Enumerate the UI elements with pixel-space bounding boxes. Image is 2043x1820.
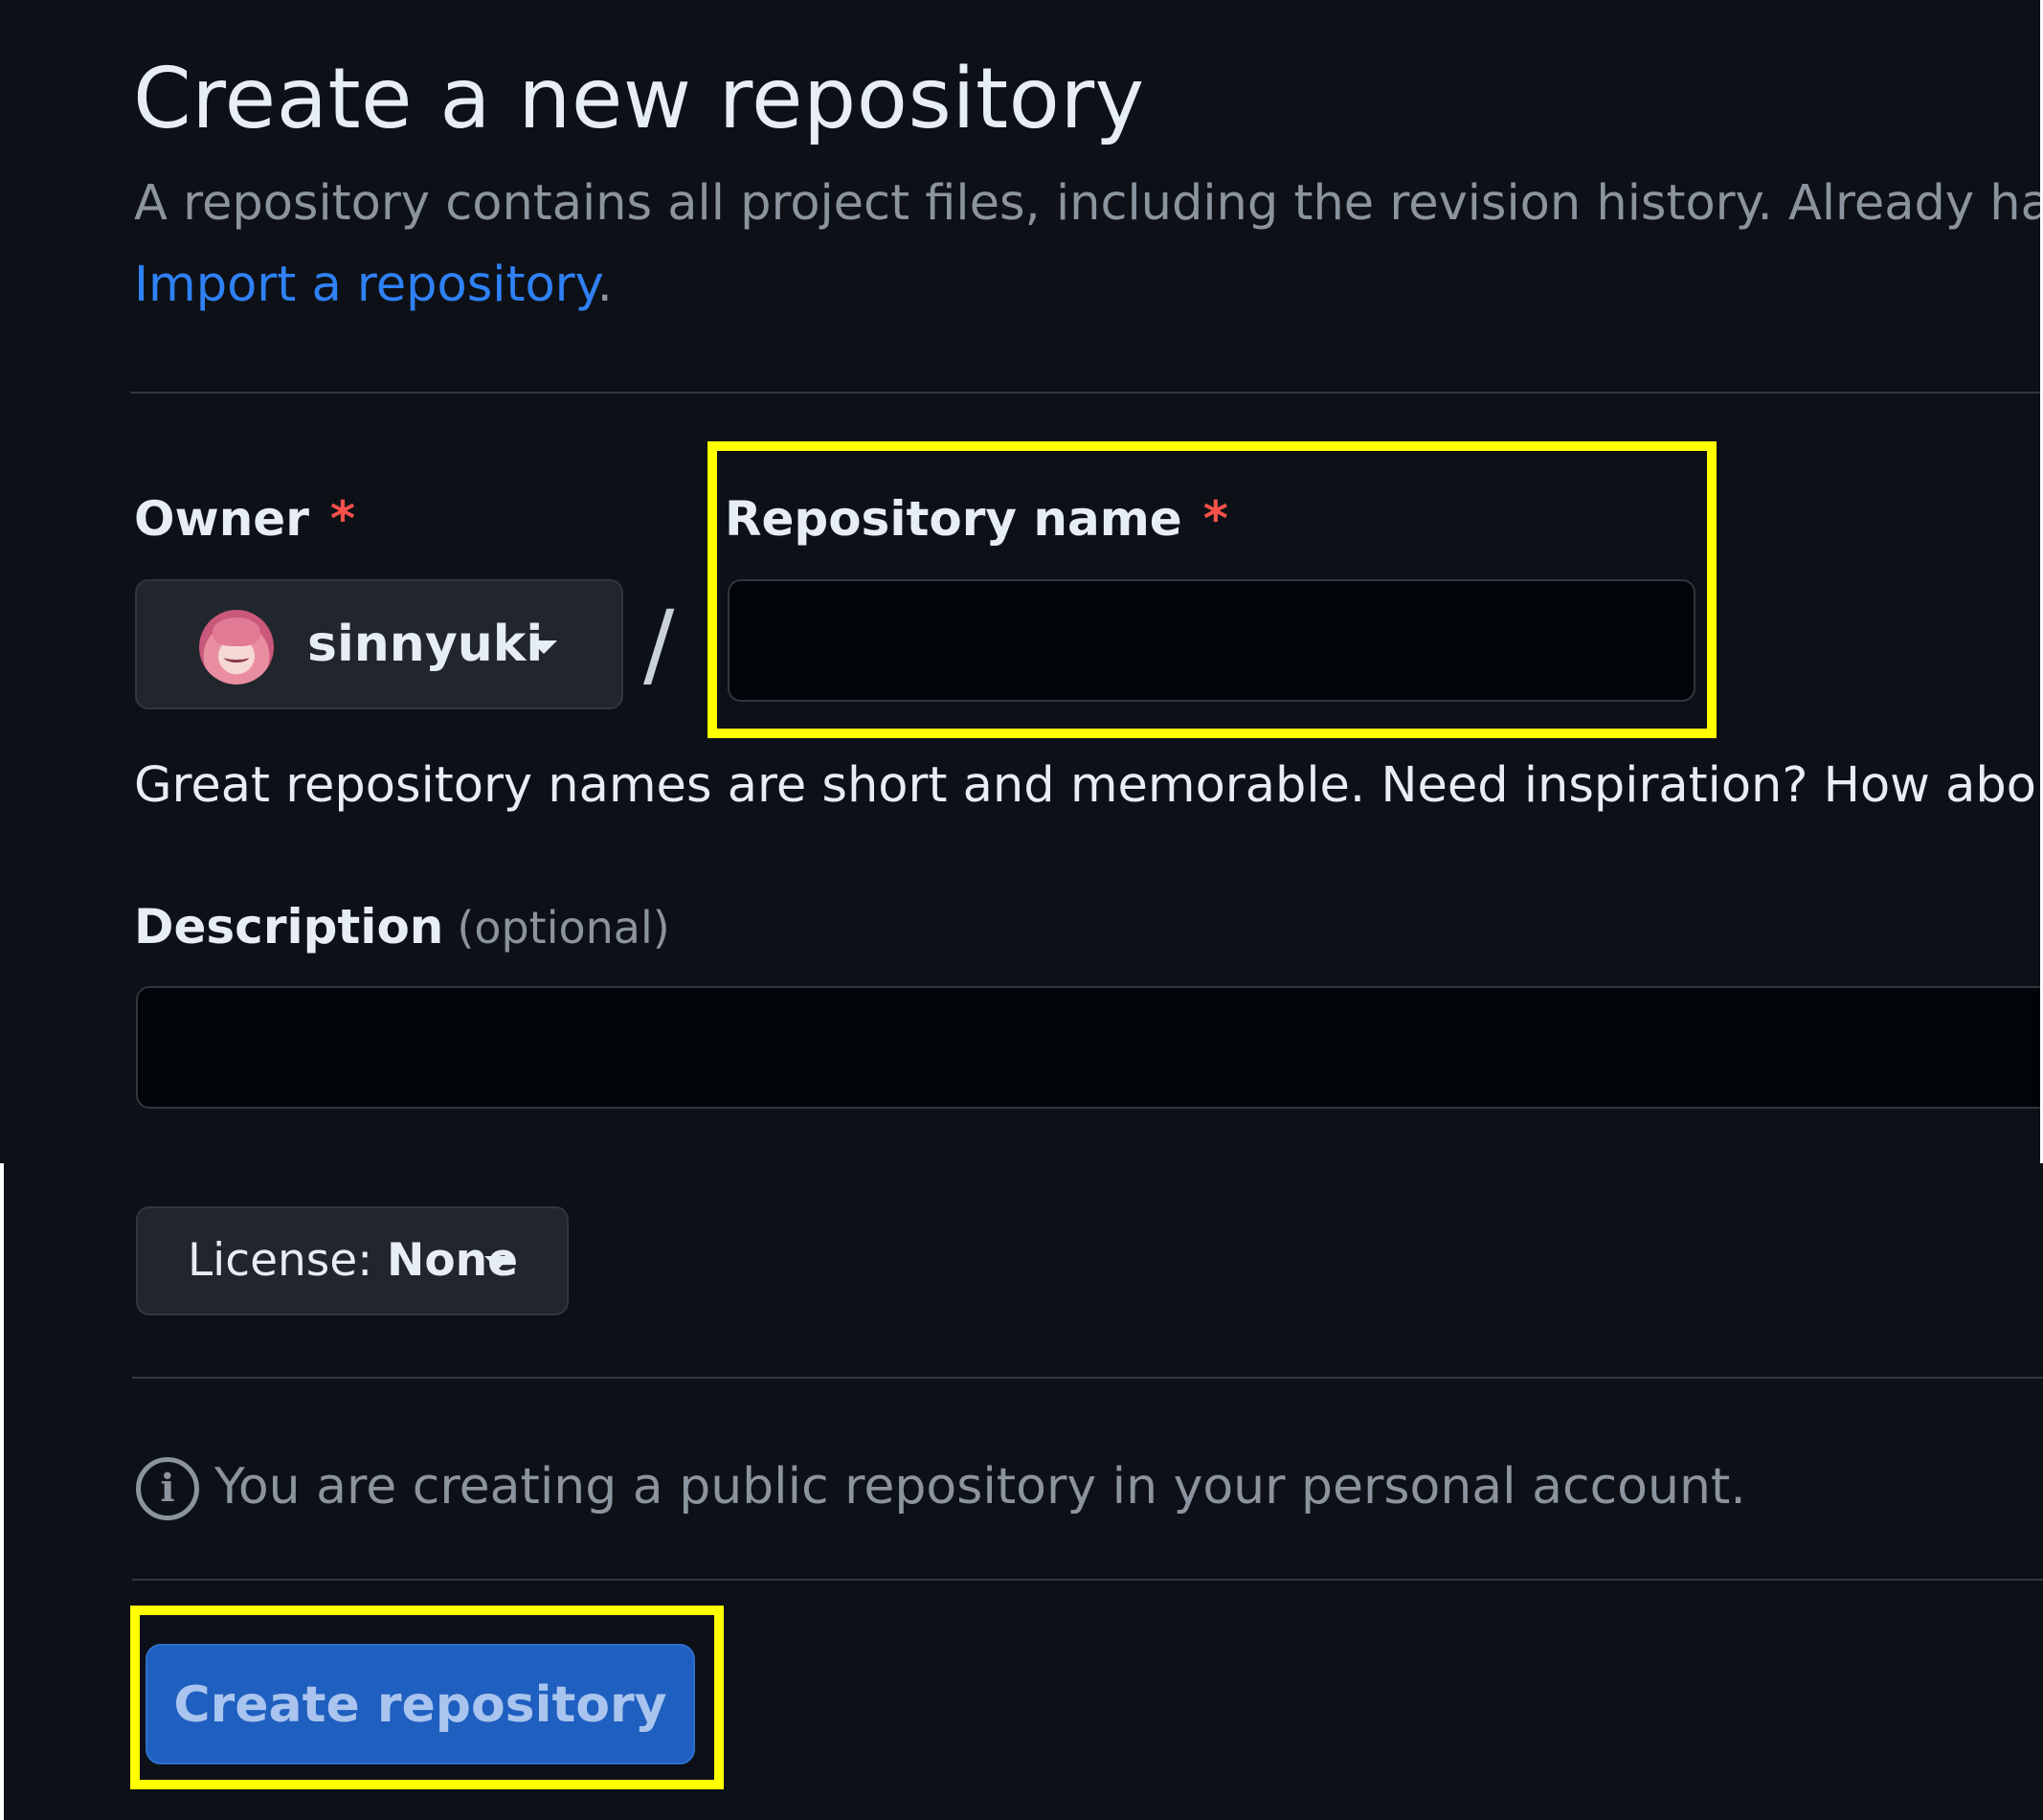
owner-repo-separator: / [643,591,675,698]
info-icon: i [136,1457,199,1520]
user-avatar-icon [199,610,274,685]
repository-name-input[interactable] [728,579,1695,702]
license-prefix: License: [188,1234,373,1287]
import-repository-link[interactable]: Import a repository [134,257,597,313]
screenshot-canvas: Create a new repository A repository con… [0,0,2043,1820]
owner-label: Owner [134,491,309,547]
import-link-period: . [596,257,613,313]
owner-label-wrapper: Owner * [134,490,355,548]
license-select-button[interactable]: License: None [136,1206,569,1315]
owner-select-button[interactable]: sinnyuki [135,579,623,709]
page-subtitle: A repository contains all project files,… [134,175,2040,232]
repository-name-hint: Great repository names are short and mem… [134,757,2040,814]
public-repository-notice: You are creating a public repository in … [214,1458,1746,1516]
description-input[interactable] [136,986,2040,1109]
notice-divider [132,1579,2043,1581]
description-label: Description [134,899,444,955]
owner-name: sinnyuki [307,616,544,673]
repository-name-label-wrapper: Repository name * [725,490,1228,548]
repository-name-required-mark: * [1202,491,1228,547]
license-divider [132,1377,2043,1379]
owner-chevron-down-icon [530,640,557,654]
license-chevron-down-icon [484,1256,511,1270]
header-divider [130,392,2040,393]
import-repository-link-wrapper: Import a repository. [134,257,613,314]
create-repository-button[interactable]: Create repository [146,1644,695,1764]
license-button-text: License: None [188,1229,518,1292]
owner-required-mark: * [329,491,356,547]
form-bottom-section: License: None i You are creating a publi… [4,1163,2043,1820]
description-label-wrapper: Description (optional) [134,898,670,956]
form-top-section: Create a new repository A repository con… [0,0,2040,1163]
page-title: Create a new repository [133,50,1145,147]
description-optional-label: (optional) [457,902,670,954]
repository-name-label: Repository name [725,491,1182,547]
